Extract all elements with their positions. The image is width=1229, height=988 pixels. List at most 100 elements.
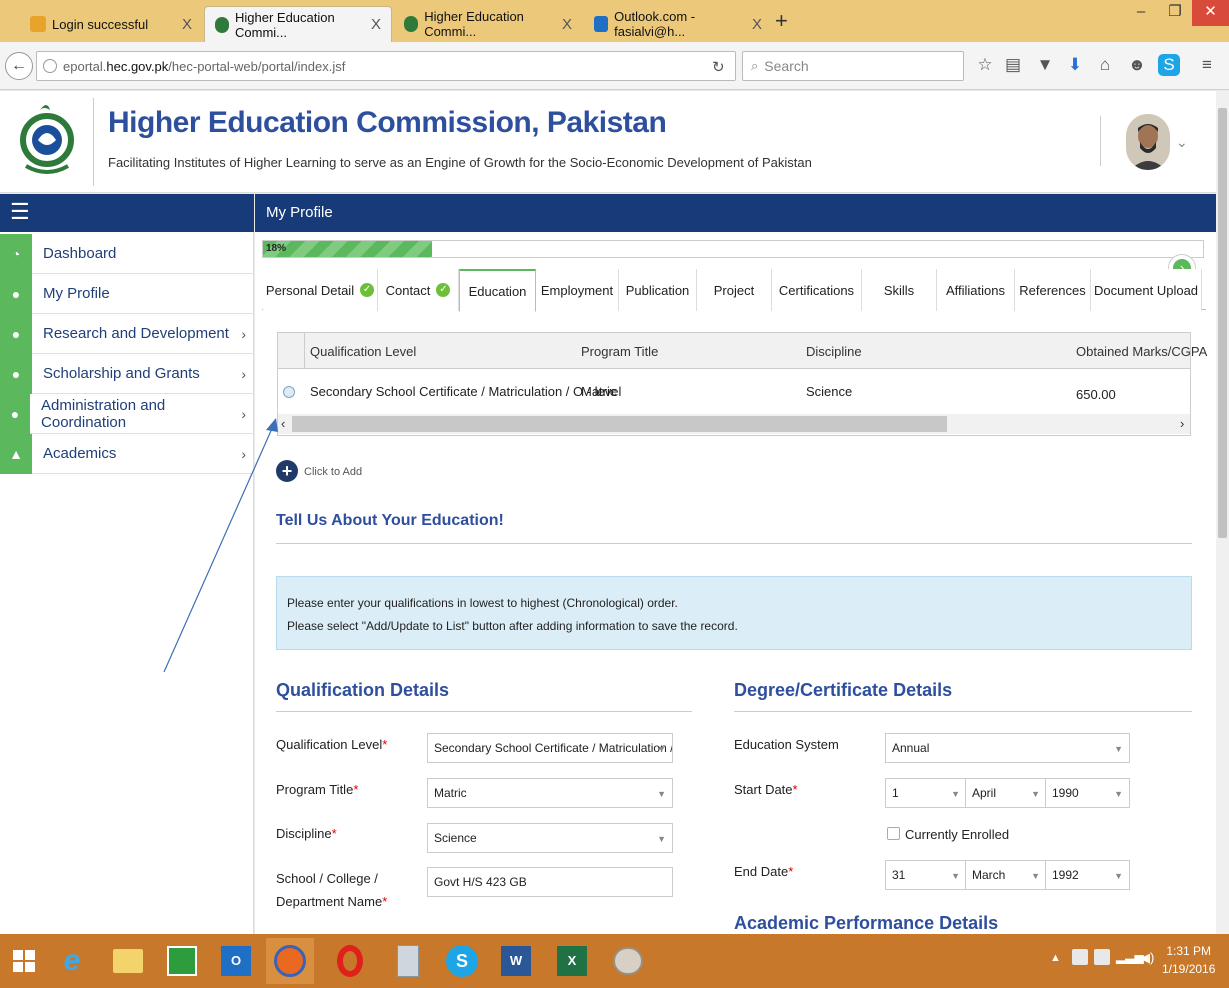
tab-skills[interactable]: Skills — [862, 269, 937, 311]
info-notice — [276, 576, 1192, 650]
tab-education[interactable]: Education — [459, 269, 536, 312]
browser-search-input[interactable]: ⌕ Search — [742, 51, 964, 81]
browser-tab-login[interactable]: Login successful X — [20, 6, 202, 42]
paint-icon[interactable] — [604, 938, 652, 984]
volume-icon[interactable]: ◀) — [1140, 950, 1154, 966]
site-title: Higher Education Commission, Pakistan — [108, 106, 667, 139]
reading-list-icon[interactable]: ▤ — [1002, 54, 1024, 76]
sidebar-item-dashboard[interactable]: ◔ Dashboard — [0, 233, 254, 274]
address-bar[interactable]: eportal. hec.gov.pk/hec-portal-web/portal… — [36, 51, 736, 81]
minimize-icon[interactable]: – — [1124, 0, 1158, 26]
sidebar-item-research[interactable]: ● Research and Development › — [0, 313, 254, 354]
search-placeholder: Search — [764, 58, 809, 74]
word-icon[interactable]: W — [492, 938, 540, 984]
school-name-input[interactable]: Govt H/S 423 GB — [427, 867, 673, 897]
close-tab-icon[interactable]: X — [562, 16, 572, 33]
check-icon: ✓ — [436, 283, 451, 297]
hec-favicon-icon — [404, 16, 419, 32]
start-month-select[interactable]: April ▼ — [965, 778, 1047, 808]
tab-project[interactable]: Project — [697, 269, 772, 311]
bookmark-star-icon[interactable]: ☆ — [974, 54, 996, 76]
chat-icon[interactable]: ☻ — [1126, 54, 1148, 76]
close-tab-icon[interactable]: X — [182, 16, 192, 33]
tab-personal-detail[interactable]: Personal Detail ✓ — [263, 269, 378, 311]
school-label-line2: Department Name* — [276, 894, 388, 909]
outlook-app-icon[interactable]: O — [212, 938, 260, 984]
internet-explorer-icon[interactable]: e — [48, 938, 96, 984]
windows-start-icon[interactable] — [0, 938, 48, 984]
dropdown-arrow-icon: ▼ — [1114, 789, 1123, 799]
new-tab-button[interactable]: + — [775, 8, 788, 34]
site-info-icon[interactable] — [43, 59, 57, 73]
taskbar-clock[interactable]: 1:31 PM 1/19/2016 — [1162, 942, 1215, 978]
tray-network-icon[interactable] — [1094, 949, 1110, 965]
start-day-select[interactable]: 1 ▼ — [885, 778, 967, 808]
tab-contact[interactable]: Contact ✓ — [378, 269, 459, 311]
grid-col-qualification[interactable]: Qualification Level — [310, 344, 416, 359]
end-month-select[interactable]: March ▼ — [965, 860, 1047, 890]
tab-employment[interactable]: Employment — [536, 269, 619, 311]
grid-scroll-thumb[interactable] — [292, 416, 947, 432]
back-arrow-icon[interactable]: ← — [5, 52, 33, 80]
tray-security-icon[interactable] — [1072, 949, 1088, 965]
file-explorer-icon[interactable] — [104, 938, 152, 984]
tray-expand-icon[interactable]: ▲ — [1050, 952, 1061, 964]
restore-icon[interactable]: ❐ — [1158, 0, 1192, 26]
row-select-radio[interactable] — [283, 386, 295, 398]
sidebar-item-my-profile[interactable]: ● My Profile — [0, 273, 254, 314]
reload-icon[interactable]: ↻ — [712, 58, 725, 76]
qualification-level-select[interactable]: Secondary School Certificate / Matricula… — [427, 733, 673, 763]
sidebar-item-scholarship[interactable]: ● Scholarship and Grants › — [0, 353, 254, 394]
education-system-select[interactable]: Annual ▼ — [885, 733, 1130, 763]
currently-enrolled-checkbox[interactable] — [887, 827, 900, 840]
close-tab-icon[interactable]: X — [371, 16, 381, 33]
url-domain: hec.gov.pk — [106, 58, 169, 74]
tab-label: Affiliations — [945, 282, 1005, 298]
close-window-icon[interactable]: ✕ — [1192, 0, 1229, 26]
tab-certifications[interactable]: Certifications — [772, 269, 862, 311]
grid-col-marks[interactable]: Obtained Marks/CGPA — [1076, 344, 1207, 359]
browser-tab-hec[interactable]: Higher Education Commi... X — [394, 6, 582, 42]
excel-icon[interactable]: X — [548, 938, 596, 984]
chevron-down-icon[interactable]: ⌄ — [1176, 134, 1188, 151]
start-year-select[interactable]: 1990 ▼ — [1045, 778, 1130, 808]
input-value: Govt H/S 423 GB — [434, 875, 527, 889]
discipline-select[interactable]: Science ▼ — [427, 823, 673, 853]
dashboard-icon: ◔ — [0, 233, 32, 274]
opera-icon[interactable] — [326, 938, 374, 984]
close-tab-icon[interactable]: X — [752, 16, 762, 33]
store-icon[interactable] — [158, 938, 206, 984]
grid-cell: Science — [806, 384, 853, 399]
tab-publication[interactable]: Publication — [619, 269, 697, 311]
user-avatar[interactable] — [1126, 114, 1170, 170]
tab-references[interactable]: References — [1015, 269, 1091, 311]
browser-tab-hec-active[interactable]: Higher Education Commi... X — [204, 6, 392, 42]
download-icon[interactable]: ⬇ — [1064, 54, 1086, 76]
menu-icon[interactable]: ≡ — [1196, 54, 1218, 76]
header-divider — [93, 98, 94, 186]
search-icon: ⌕ — [751, 58, 759, 73]
pocket-icon[interactable]: ▼ — [1034, 54, 1056, 76]
calculator-icon[interactable] — [384, 938, 432, 984]
skype-icon[interactable]: S — [1158, 54, 1180, 76]
clock-date: 1/19/2016 — [1162, 962, 1216, 976]
end-year-select[interactable]: 1992 ▼ — [1045, 860, 1130, 890]
tab-label: Contact — [385, 282, 431, 298]
add-education-label[interactable]: Click to Add — [304, 466, 362, 478]
page-scroll-thumb[interactable] — [1218, 108, 1227, 538]
skype-app-icon[interactable]: S — [438, 938, 486, 984]
program-title-select[interactable]: Matric ▼ — [427, 778, 673, 808]
browser-tab-outlook[interactable]: Outlook.com - fasialvi@h... X — [584, 6, 772, 42]
tab-affiliations[interactable]: Affiliations — [937, 269, 1015, 311]
home-icon[interactable]: ⌂ — [1094, 54, 1116, 76]
sidebar-item-label: Dashboard — [43, 245, 117, 262]
tab-document-upload[interactable]: Document Upload — [1091, 269, 1202, 311]
hamburger-menu-icon[interactable]: ☰ — [10, 201, 30, 223]
graduation-cap-icon: ▲ — [0, 433, 32, 474]
scroll-right-icon[interactable]: › — [1180, 416, 1184, 431]
firefox-icon[interactable] — [266, 938, 314, 984]
grid-col-program[interactable]: Program Title — [581, 344, 658, 359]
end-day-select[interactable]: 31 ▼ — [885, 860, 967, 890]
grid-col-discipline[interactable]: Discipline — [806, 344, 862, 359]
dropdown-arrow-icon: ▼ — [657, 789, 666, 799]
